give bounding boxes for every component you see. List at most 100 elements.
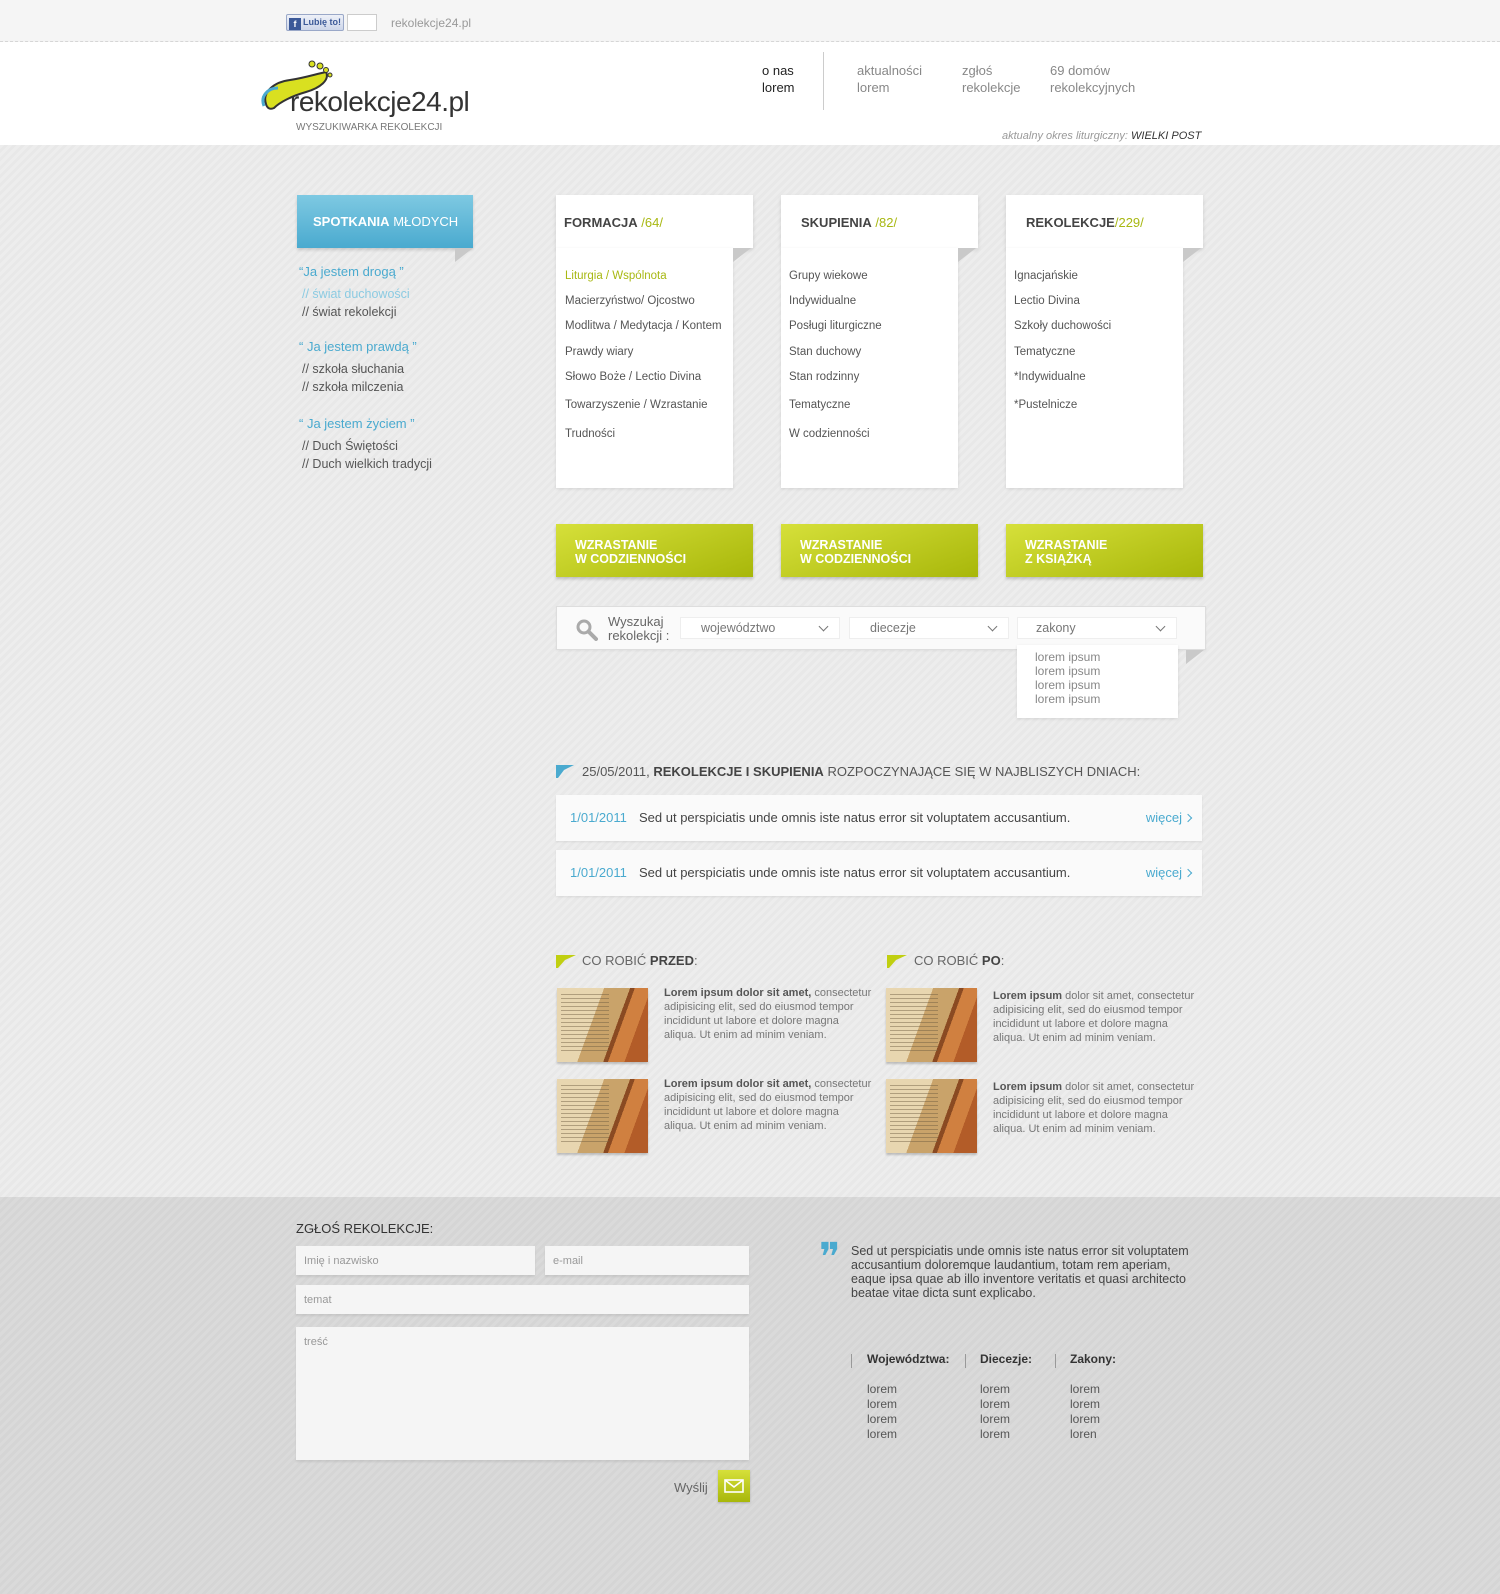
- column-link[interactable]: lorem: [980, 1397, 1032, 1412]
- sidebar-heading[interactable]: “Ja jestem drogą ”: [299, 264, 410, 279]
- category-gatherings-header[interactable]: SKUPIENIA /82/: [781, 195, 978, 248]
- sidebar-link-silence[interactable]: // szkoła milczenia: [302, 378, 417, 396]
- category-item[interactable]: Tematyczne: [1014, 346, 1075, 358]
- column-link[interactable]: lorem: [980, 1412, 1032, 1427]
- article-thumbnail[interactable]: [557, 1079, 648, 1153]
- send-label[interactable]: Wyślij: [674, 1480, 708, 1495]
- category-item[interactable]: Trudności: [565, 428, 615, 440]
- logo-wordmark[interactable]: rekolekcje24.pl: [290, 86, 470, 118]
- subject-field[interactable]: temat: [296, 1285, 749, 1314]
- sidebar-heading[interactable]: “ Ja jestem prawdą ”: [299, 339, 417, 354]
- growing-daily-button[interactable]: WZRASTANIE W CODZIENNOŚCI: [556, 524, 753, 577]
- dropdown-option[interactable]: lorem ipsum: [1035, 678, 1178, 692]
- facebook-like-button[interactable]: f Lubię to!: [286, 14, 344, 31]
- send-button[interactable]: [718, 1470, 750, 1502]
- nav-item-submit[interactable]: zgłoś rekolekcje: [962, 62, 1021, 96]
- category-item[interactable]: *Indywidualne: [1014, 371, 1086, 383]
- select-value: województwo: [701, 621, 776, 635]
- category-item[interactable]: Indywidualne: [789, 295, 856, 307]
- sidebar-heading[interactable]: “ Ja jestem życiem ”: [299, 416, 432, 431]
- nav-item-news[interactable]: aktualności lorem: [857, 62, 922, 96]
- sidebar-link-holiness[interactable]: // Duch Świętości: [302, 437, 432, 455]
- sidebar-group-truth: “ Ja jestem prawdą ” // szkoła słuchania…: [299, 339, 417, 396]
- sidebar-link-traditions[interactable]: // Duch wielkich tradycji: [302, 455, 432, 473]
- column-link[interactable]: lorem: [867, 1382, 949, 1397]
- column-link[interactable]: lorem: [980, 1382, 1032, 1397]
- article-bold: Lorem ipsum dolor sit amet,: [664, 1078, 812, 1090]
- category-item[interactable]: Posługi liturgiczne: [789, 320, 882, 332]
- chevron-right-icon: [1183, 868, 1193, 878]
- sidebar-link-listening[interactable]: // szkoła słuchania: [302, 360, 417, 378]
- nav-line2: rekolekcje: [962, 80, 1021, 95]
- category-item[interactable]: Stan duchowy: [789, 346, 861, 358]
- name-field[interactable]: Imię i nazwisko: [296, 1246, 535, 1275]
- section-title-text: CO ROBIĆ: [914, 953, 979, 968]
- like-count-box: [347, 14, 377, 31]
- category-item[interactable]: Tematyczne: [789, 399, 850, 411]
- sidebar-link-spirituality[interactable]: // świat duchowości: [302, 285, 410, 303]
- category-item[interactable]: Słowo Boże / Lectio Divina: [565, 371, 701, 383]
- dropdown-option[interactable]: lorem ipsum: [1035, 650, 1178, 664]
- orders-select[interactable]: zakony: [1017, 617, 1177, 639]
- category-title: SKUPIENIA: [801, 215, 872, 230]
- news-row[interactable]: 1/01/2011 Sed ut perspiciatis unde omnis…: [556, 795, 1202, 841]
- article-thumbnail[interactable]: [886, 1079, 977, 1153]
- diocese-select[interactable]: diecezje: [849, 617, 1009, 639]
- magnifier-icon[interactable]: [576, 619, 598, 641]
- category-formation-header[interactable]: FORMACJA /64/: [556, 195, 753, 248]
- liturgy-label: aktualny okres liturgiczny:: [1002, 130, 1128, 142]
- column-link[interactable]: lorem: [1070, 1382, 1116, 1397]
- column-link[interactable]: lorem: [980, 1427, 1032, 1442]
- article-bold: Lorem ipsum dolor sit amet,: [664, 987, 812, 999]
- email-field[interactable]: e-mail: [545, 1246, 749, 1275]
- nav-item-about[interactable]: o nas lorem: [762, 62, 795, 96]
- growing-daily-button-2[interactable]: WZRASTANIE W CODZIENNOŚCI: [781, 524, 978, 577]
- youth-meetings-tab[interactable]: SPOTKANIA MŁODYCH: [297, 195, 473, 248]
- category-item[interactable]: Towarzyszenie / Wzrastanie: [565, 399, 708, 411]
- category-item[interactable]: Liturgia / Wspólnota: [565, 270, 667, 282]
- search-label-line1: Wyszukaj: [608, 614, 664, 629]
- youth-tab-light: MŁODYCH: [393, 214, 459, 229]
- form-title: ZGŁOŚ REKOLEKCJE:: [296, 1221, 434, 1236]
- search-label: Wyszukaj rekolekcji :: [608, 615, 669, 643]
- column-link[interactable]: lorem: [867, 1412, 949, 1427]
- select-value: zakony: [1036, 621, 1076, 635]
- chevron-down-icon: [987, 621, 998, 632]
- category-item[interactable]: W codzienności: [789, 428, 870, 440]
- category-item[interactable]: Ignacjańskie: [1014, 270, 1078, 282]
- category-item[interactable]: Lectio Divina: [1014, 295, 1080, 307]
- button-line2: W CODZIENNOŚCI: [575, 552, 687, 566]
- message-field[interactable]: treść: [296, 1327, 749, 1460]
- chevron-down-icon: [1155, 621, 1166, 632]
- column-link[interactable]: lorem: [867, 1427, 949, 1442]
- sidebar-link-retreats[interactable]: // świat rekolekcji: [302, 303, 410, 321]
- article-thumbnail[interactable]: [886, 988, 977, 1062]
- voivodeship-select[interactable]: województwo: [680, 617, 840, 639]
- column-link[interactable]: lorem: [1070, 1412, 1116, 1427]
- dropdown-option[interactable]: lorem ipsum: [1035, 664, 1178, 678]
- more-link[interactable]: więcej: [1146, 810, 1182, 825]
- category-item[interactable]: Modlitwa / Medytacja / Kontem: [565, 320, 722, 332]
- growing-with-book-button[interactable]: WZRASTANIE Z KSIĄŻKĄ: [1006, 524, 1203, 577]
- nav-item-houses[interactable]: 69 domów rekolekcyjnych: [1050, 62, 1135, 96]
- category-item[interactable]: Macierzyństwo/ Ojcostwo: [565, 295, 695, 307]
- tab-fold: [455, 248, 473, 262]
- category-retreats-header[interactable]: REKOLEKCJE/229/: [1006, 195, 1203, 248]
- section-title-colon: :: [1000, 953, 1005, 968]
- category-item[interactable]: *Pustelnicze: [1014, 399, 1077, 411]
- category-item[interactable]: Grupy wiekowe: [789, 270, 868, 282]
- column-heading: Diecezje:: [980, 1352, 1033, 1366]
- site-url[interactable]: rekolekcje24.pl: [391, 16, 471, 30]
- column-link[interactable]: lorem: [867, 1397, 949, 1412]
- news-row[interactable]: 1/01/2011 Sed ut perspiciatis unde omnis…: [556, 850, 1202, 896]
- top-strip: [0, 0, 1500, 42]
- more-link[interactable]: więcej: [1146, 865, 1182, 880]
- category-item[interactable]: Prawdy wiary: [565, 346, 633, 358]
- column-link[interactable]: lorem: [1070, 1397, 1116, 1412]
- article-thumbnail[interactable]: [557, 988, 648, 1062]
- column-divider: [1055, 1354, 1056, 1368]
- category-item[interactable]: Szkoły duchowości: [1014, 320, 1111, 332]
- dropdown-option[interactable]: lorem ipsum: [1035, 692, 1178, 706]
- column-link[interactable]: loren: [1070, 1427, 1116, 1442]
- category-item[interactable]: Stan rodzinny: [789, 371, 859, 383]
